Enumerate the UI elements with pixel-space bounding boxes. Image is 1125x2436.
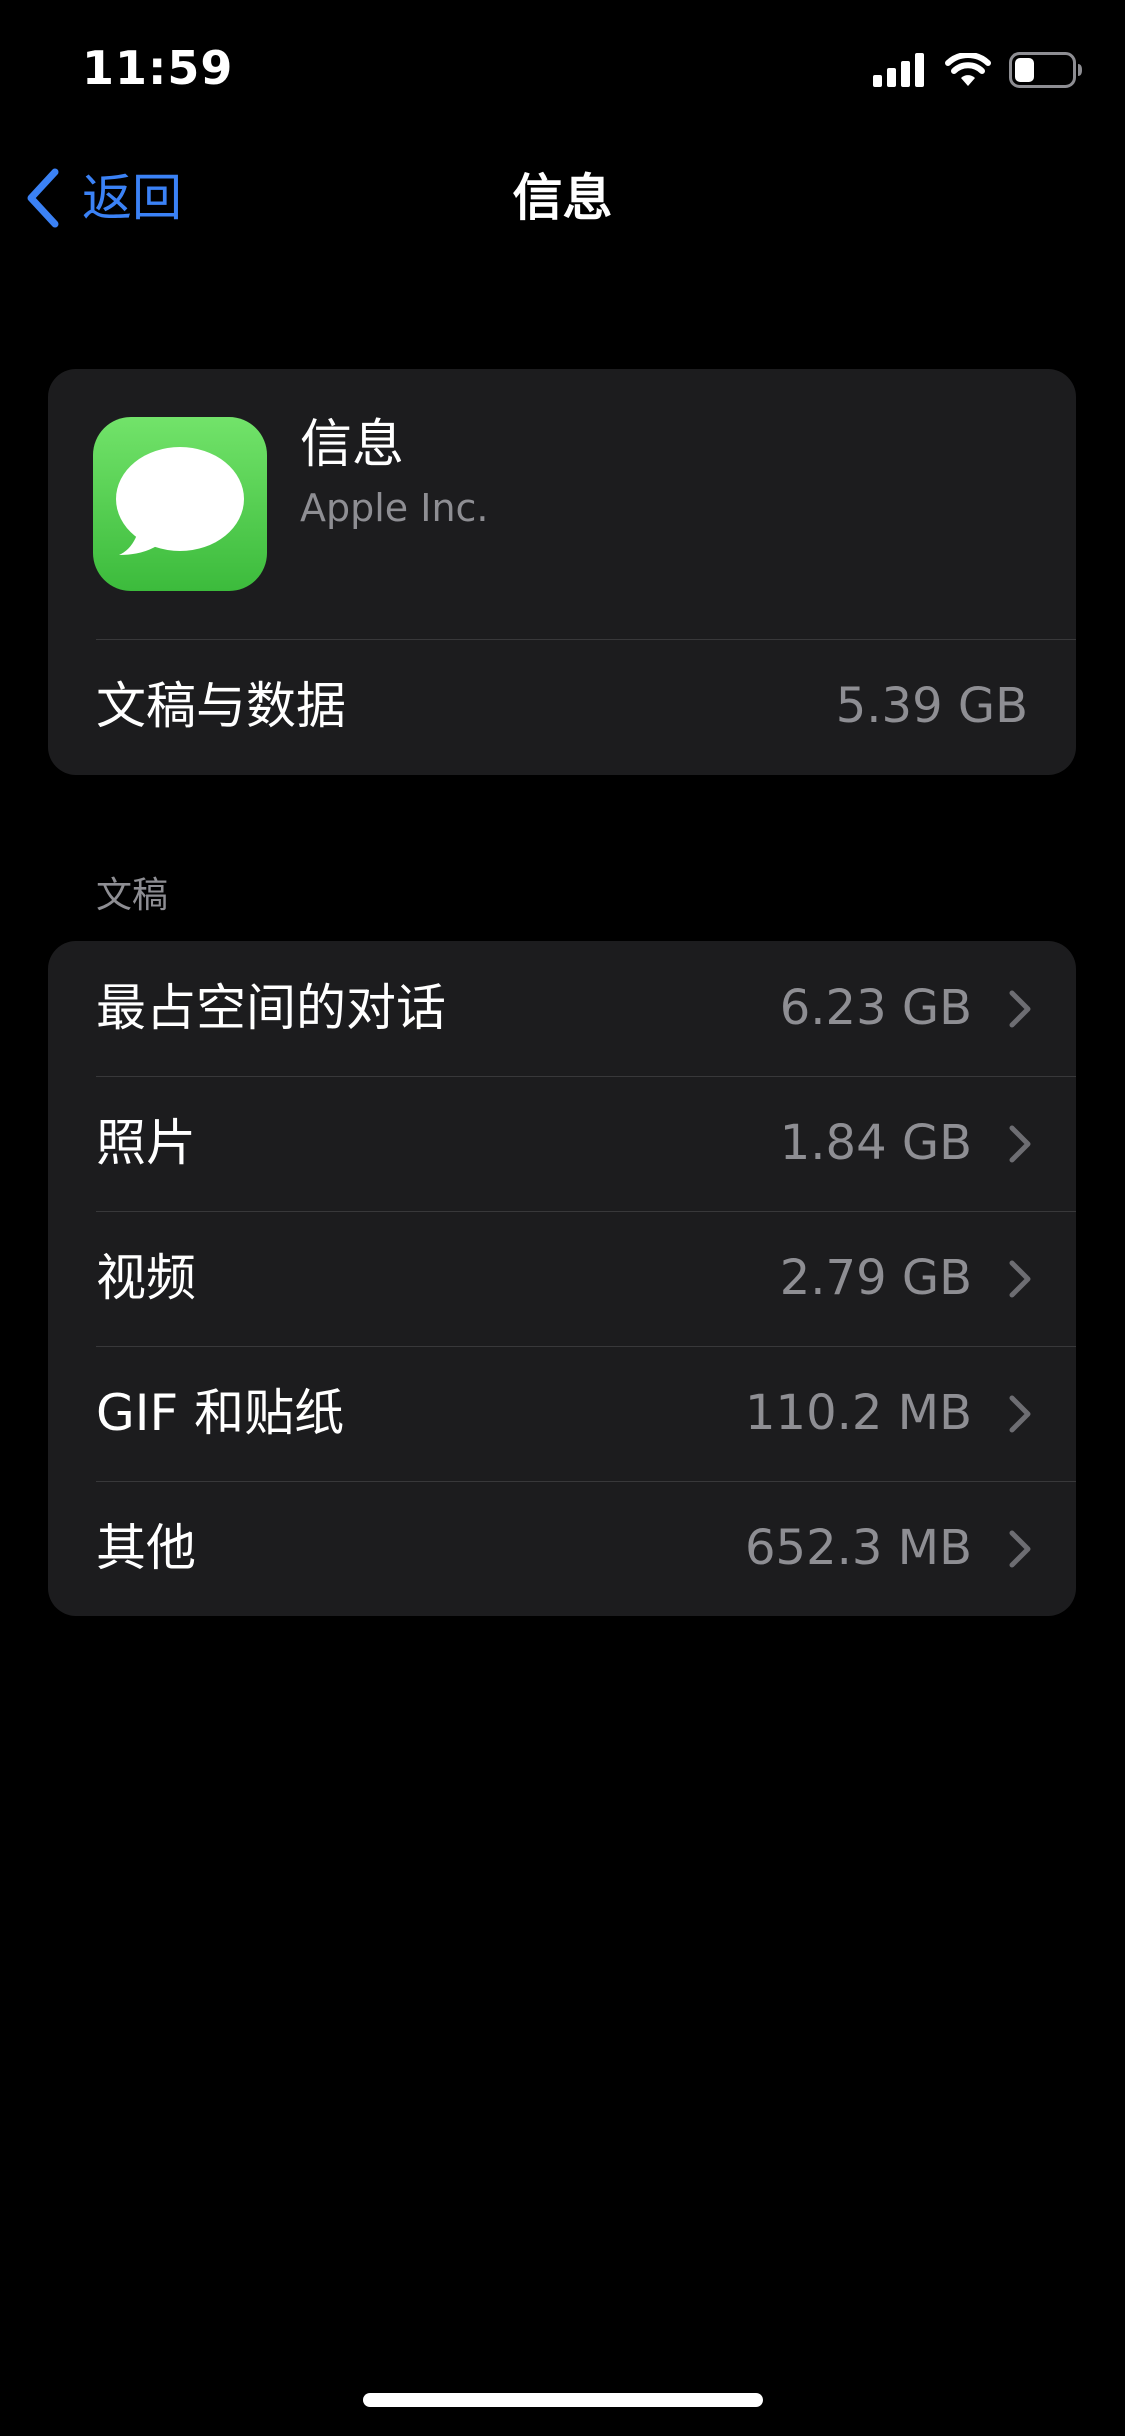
home-indicator[interactable]	[363, 2393, 763, 2407]
cellular-signal-icon	[873, 53, 924, 87]
app-info-card: 信息 Apple Inc. 文稿与数据 5.39 GB	[48, 369, 1076, 775]
list-item-videos[interactable]: 视频 2.79 GB	[48, 1211, 1076, 1346]
chevron-right-icon	[1009, 1125, 1031, 1163]
chevron-right-icon	[1009, 1530, 1031, 1568]
documents-and-data-value: 5.39 GB	[835, 678, 1028, 734]
wifi-icon	[945, 53, 991, 86]
battery-icon	[1009, 52, 1082, 88]
app-name: 信息	[300, 415, 405, 475]
status-time: 11:59	[82, 41, 234, 95]
list-item-label: 视频	[96, 1249, 196, 1307]
list-item-label: 其他	[96, 1519, 196, 1577]
storage-detail-screen: 11:59 返回 信息 信息 Apple Inc. 文稿与数据 5.39 GB …	[0, 0, 1125, 2436]
messages-app-icon	[93, 417, 267, 591]
app-developer: Apple Inc.	[300, 486, 489, 530]
speech-bubble-icon	[116, 447, 244, 555]
chevron-right-icon	[1009, 990, 1031, 1028]
documents-and-data-row: 文稿与数据 5.39 GB	[48, 639, 1076, 774]
status-icons	[873, 48, 1083, 92]
documents-and-data-label: 文稿与数据	[96, 677, 346, 735]
list-item-value: 6.23 GB	[779, 980, 972, 1036]
list-item-label: 照片	[96, 1114, 196, 1172]
page-title: 信息	[512, 169, 613, 227]
documents-card: 最占空间的对话 6.23 GB 照片 1.84 GB 视频 2.79 GB GI…	[48, 941, 1076, 1616]
chevron-right-icon	[1009, 1260, 1031, 1298]
list-item-value: 2.79 GB	[779, 1250, 972, 1306]
app-header-row: 信息 Apple Inc.	[48, 369, 1076, 639]
list-item-label: GIF 和贴纸	[96, 1384, 345, 1442]
list-item-label: 最占空间的对话	[96, 979, 446, 1037]
status-bar: 11:59	[0, 0, 1125, 135]
navigation-bar: 返回 信息	[0, 150, 1125, 245]
list-item-value: 652.3 MB	[744, 1520, 972, 1576]
chevron-right-icon	[1009, 1395, 1031, 1433]
documents-section-header: 文稿	[96, 875, 169, 916]
list-item-gifs-stickers[interactable]: GIF 和贴纸 110.2 MB	[48, 1346, 1076, 1481]
list-item-other[interactable]: 其他 652.3 MB	[48, 1481, 1076, 1616]
list-item-value: 1.84 GB	[779, 1115, 972, 1171]
list-item-photos[interactable]: 照片 1.84 GB	[48, 1076, 1076, 1211]
list-item-value: 110.2 MB	[744, 1385, 972, 1441]
list-item-largest-conversations[interactable]: 最占空间的对话 6.23 GB	[48, 941, 1076, 1076]
